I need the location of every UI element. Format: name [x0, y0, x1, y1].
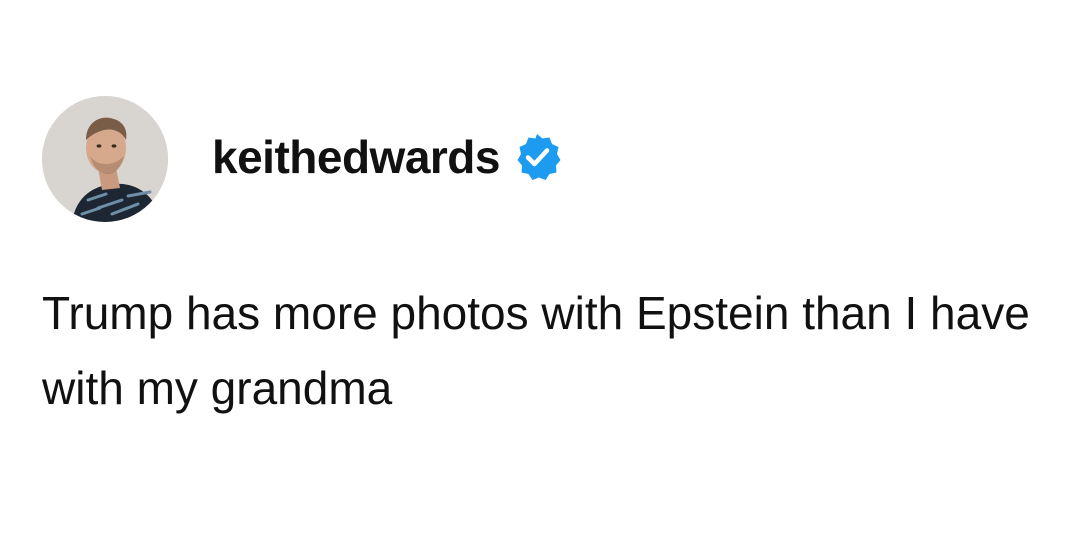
post-header: keithedwards: [42, 96, 562, 222]
username[interactable]: keithedwards: [212, 134, 501, 180]
post-card: keithedwards Trump has more photos with …: [0, 0, 1080, 533]
avatar[interactable]: [42, 96, 168, 222]
verified-badge-icon: [512, 132, 562, 182]
username-row: keithedwards: [212, 132, 562, 182]
post-text: Trump has more photos with Epstein than …: [42, 287, 1030, 414]
